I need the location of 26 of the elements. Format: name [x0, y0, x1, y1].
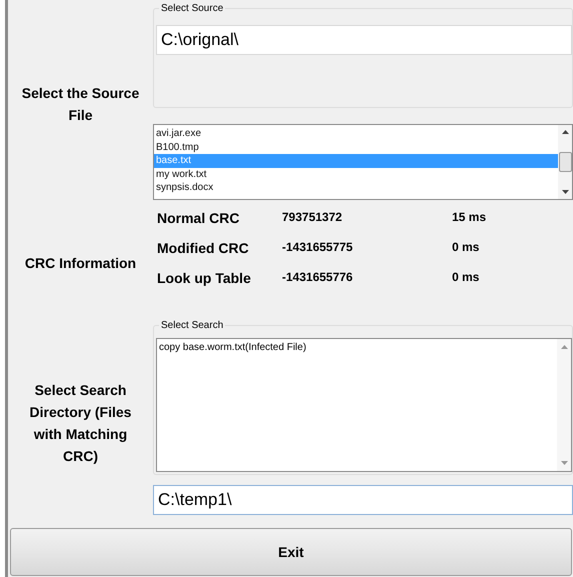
crc-name: Normal CRC	[157, 210, 240, 226]
section-label: CRC Information	[24, 254, 138, 272]
crc-time: 0 ms	[452, 240, 480, 256]
group-title: Select Source	[159, 3, 226, 14]
crc-name: Modified CRC	[157, 240, 250, 256]
crc-name: Look up Table	[157, 270, 252, 286]
crc-time: 0 ms	[452, 270, 480, 286]
path-field[interactable]: C:\orignal\	[156, 25, 572, 55]
file-item[interactable]: my work.txt	[154, 168, 558, 181]
directory-field[interactable]: C:\temp1\	[153, 485, 573, 515]
file-item[interactable]: synpsis.docx	[154, 181, 558, 194]
scroll-thumb[interactable]	[558, 152, 572, 172]
crc-time: 15 ms	[452, 210, 488, 226]
exit-button[interactable]: Exit	[10, 528, 572, 576]
crc-value: -1431655775	[282, 240, 354, 256]
scroll-down-icon[interactable]	[560, 189, 570, 195]
group-title: Select Search	[159, 320, 226, 331]
result-text: copy base.worm.txt(Infected File)	[158, 341, 308, 355]
crc-value: -1431655776	[282, 270, 354, 286]
scroll-up-icon[interactable]	[560, 129, 570, 135]
crc-value: 793751372	[282, 210, 344, 226]
file-item[interactable]: avi.jar.exe	[154, 127, 558, 140]
section-label: Select the Source File	[20, 84, 140, 125]
section-label: Select Search Directory (Files with Matching CRC)	[28, 380, 132, 466]
file-item[interactable]: B100.tmp	[154, 140, 558, 154]
file-list[interactable]: avi.jar.exe B100.tmp base.txt my work.txt synpsis.docx	[153, 124, 573, 200]
